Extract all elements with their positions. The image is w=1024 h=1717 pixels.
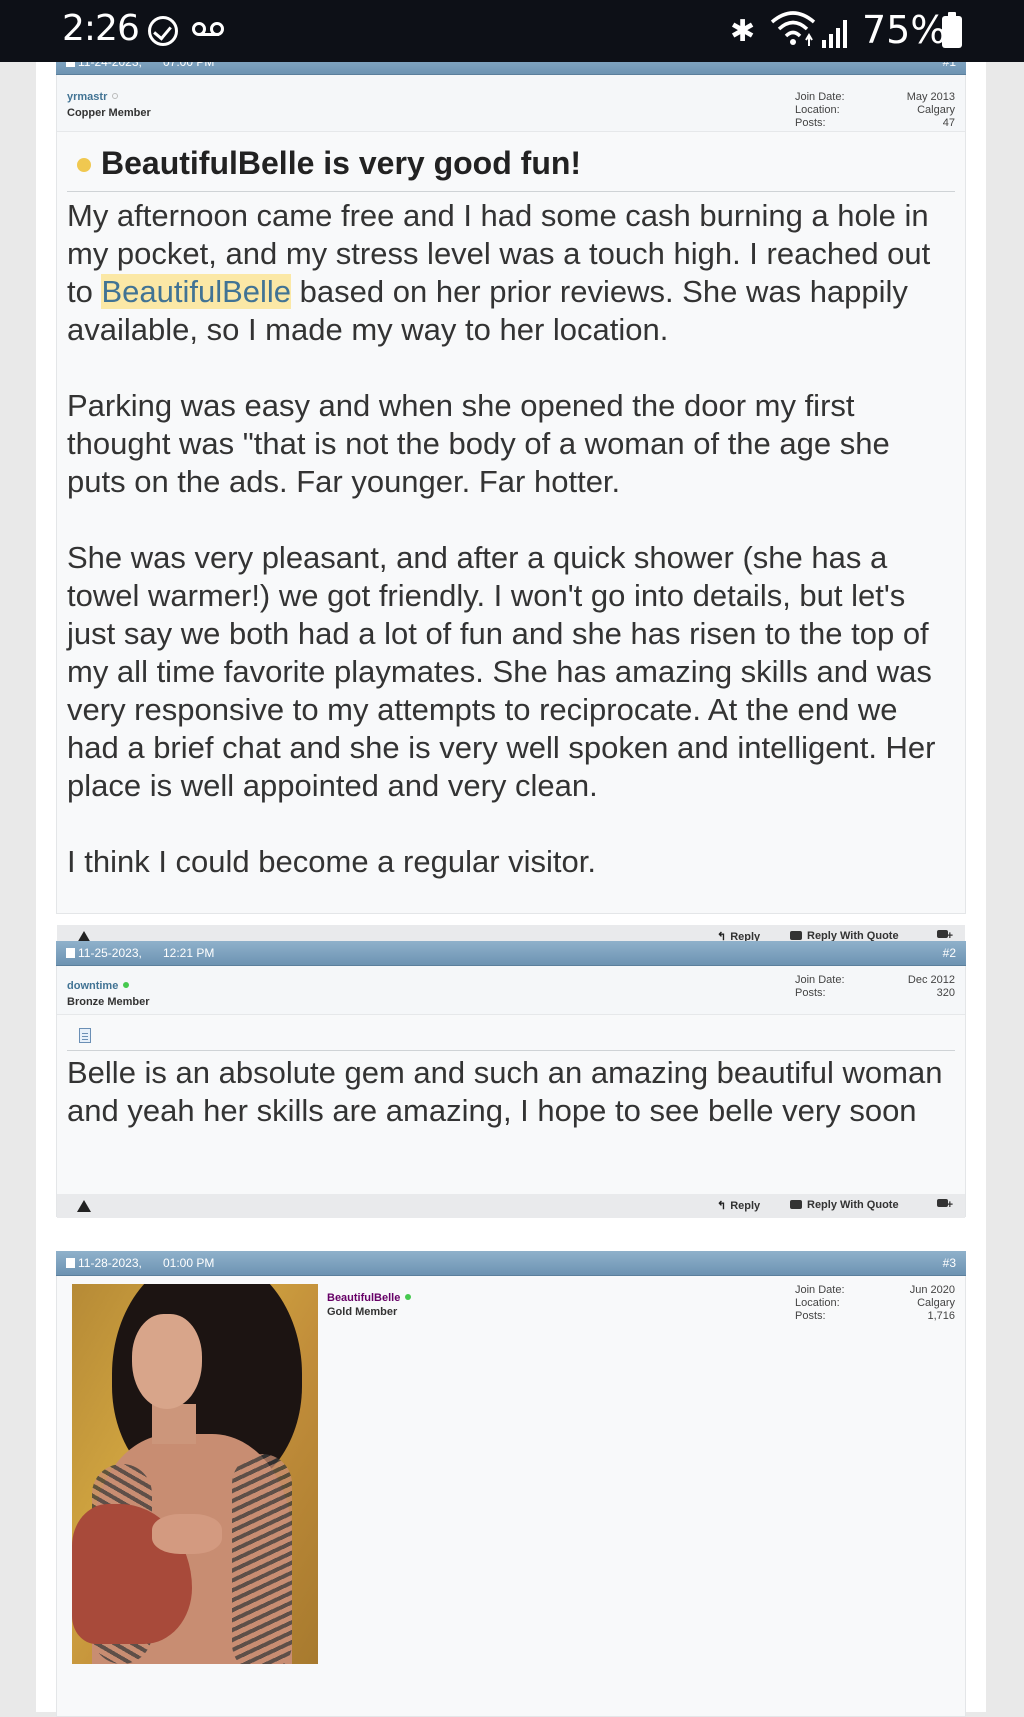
- reply-arrow-icon: ↰: [717, 1200, 727, 1212]
- status-bar: 2:26 ✱ 75%: [0, 0, 1024, 62]
- post-time: 12:21 PM: [163, 946, 215, 960]
- username-link[interactable]: yrmastr: [67, 91, 119, 103]
- post-message: Belle is an absolute gem and such an ama…: [67, 1055, 943, 1128]
- check-circle-icon: [148, 16, 178, 46]
- post-body: BeautifulBelle Gold Member Join Date: Jun…: [56, 1276, 966, 1717]
- post-number-link[interactable]: #3: [943, 1251, 956, 1275]
- clock: 2:26: [62, 8, 140, 49]
- voicemail-icon: [192, 22, 226, 38]
- title-divider: [67, 191, 955, 192]
- offline-status-icon: [112, 93, 119, 99]
- quote-bubble-icon: [790, 931, 802, 940]
- user-title: Gold Member: [327, 1306, 398, 1318]
- quote-bubble-icon: [790, 1200, 802, 1209]
- username-link[interactable]: downtime: [67, 980, 130, 992]
- post-title: BeautifulBelle is very good fun!: [77, 145, 581, 182]
- post-date: 11-28-2023,: [66, 1251, 142, 1275]
- bluetooth-icon: ✱: [730, 14, 756, 49]
- wifi-icon: [770, 11, 816, 46]
- highlighted-link[interactable]: BeautifulBelle: [101, 274, 292, 309]
- battery-icon: [942, 12, 962, 48]
- online-status-icon: [405, 1294, 412, 1300]
- post-time: 01:00 PM: [163, 1256, 215, 1270]
- online-status-icon: [123, 982, 130, 988]
- post-body: downtime Bronze Member Join Date: Dec 201…: [56, 966, 966, 1218]
- post-1: 11-24-2023, 07:00 PM #1 yrmastr Copper M…: [56, 50, 966, 949]
- user-stats: Join Date: May 2013 Location: Calgary Post…: [795, 91, 955, 129]
- post-3: 11-28-2023, 01:00 PM #3 BeautifulBelle G…: [56, 1251, 966, 1717]
- signal-icon: [822, 18, 852, 48]
- username-link[interactable]: BeautifulBelle: [327, 1292, 412, 1304]
- reply-with-quote-button[interactable]: Reply With Quote: [790, 1199, 899, 1211]
- battery-percent: 75%: [862, 8, 947, 52]
- user-photo[interactable]: [72, 1284, 318, 1664]
- user-stats: Join Date: Jun 2020 Location: Calgary Post…: [795, 1284, 955, 1322]
- user-title: Bronze Member: [67, 996, 150, 1008]
- user-info: downtime Bronze Member Join Date: Dec 201…: [57, 966, 965, 1015]
- document-icon: [79, 1028, 91, 1043]
- post-header: 11-25-2023, 12:21 PM #2: [56, 941, 966, 966]
- user-info: yrmastr Copper Member Join Date: May 2013…: [57, 75, 965, 132]
- forum-thread: 11-24-2023, 07:00 PM #1 yrmastr Copper M…: [36, 50, 986, 1717]
- post-body: yrmastr Copper Member Join Date: May 2013…: [56, 75, 966, 949]
- post-message: My afternoon came free and I had some ca…: [67, 198, 936, 879]
- post-date: 11-25-2023,: [66, 941, 142, 965]
- multi-quote-icon[interactable]: +: [937, 1199, 953, 1211]
- reply-button[interactable]: ↰ Reply: [717, 1199, 760, 1212]
- title-divider: [67, 1050, 955, 1051]
- smiley-icon: [77, 158, 91, 172]
- post-2: 11-25-2023, 12:21 PM #2 downtime Bronze …: [56, 941, 966, 1218]
- post-header: 11-28-2023, 01:00 PM #3: [56, 1251, 966, 1276]
- post-number-link[interactable]: #2: [943, 941, 956, 965]
- report-warning-icon[interactable]: [77, 1200, 91, 1212]
- user-title: Copper Member: [67, 107, 151, 119]
- user-stats: Join Date: Dec 2012 Posts: 320: [795, 974, 955, 999]
- post-footer: ↰ Reply Reply With Quote +: [57, 1194, 965, 1218]
